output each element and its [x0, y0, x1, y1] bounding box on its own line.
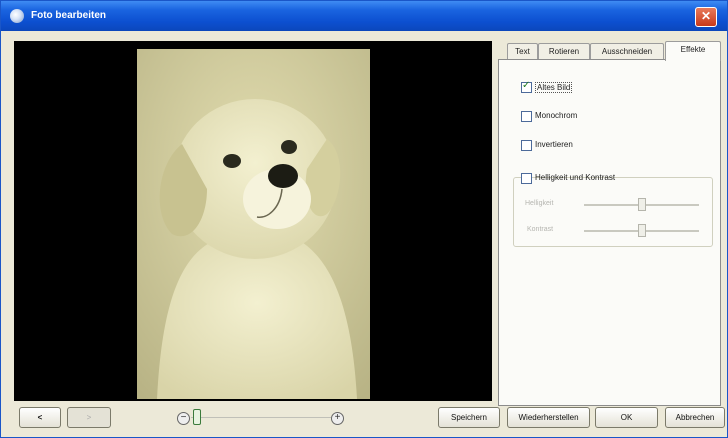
invert-checkbox[interactable]: [521, 140, 532, 151]
dog-photo: [137, 49, 370, 399]
zoom-slider-track[interactable]: [191, 417, 331, 418]
tab-crop[interactable]: Ausschneiden: [590, 43, 664, 60]
brightness-label: Helligkeit: [525, 200, 554, 207]
app-icon: [10, 9, 24, 23]
tab-rotate[interactable]: Rotieren: [538, 43, 590, 60]
edit-photo-window: Foto bearbeiten ✕ Text Rotieren Ausschne…: [0, 0, 728, 438]
contrast-label: Kontrast: [527, 226, 554, 233]
monochrome-label: Monochrom: [535, 111, 578, 120]
ok-button[interactable]: OK: [595, 407, 658, 428]
zoom-out-icon[interactable]: −: [177, 412, 190, 425]
brightness-contrast-checkbox[interactable]: [521, 173, 532, 184]
old-photo-label: Altes Bild: [535, 82, 573, 93]
monochrome-checkbox[interactable]: [521, 111, 532, 122]
restore-button[interactable]: Wiederherstellen: [507, 407, 590, 428]
window-title: Foto bearbeiten: [31, 10, 107, 21]
cancel-button[interactable]: Abbrechen: [665, 407, 725, 428]
photo-image: [137, 49, 370, 399]
tab-text[interactable]: Text: [507, 43, 538, 60]
brightness-contrast-label: Helligkeit und Kontrast: [535, 173, 616, 182]
brightness-slider-thumb[interactable]: [637, 198, 646, 211]
photo-preview-area: [14, 41, 492, 401]
next-button[interactable]: >: [67, 407, 111, 428]
close-button[interactable]: ✕: [695, 7, 717, 27]
invert-label: Invertieren: [535, 140, 573, 149]
zoom-slider-thumb[interactable]: [193, 409, 201, 425]
option-brightness-contrast[interactable]: Helligkeit und Kontrast: [521, 173, 615, 185]
contrast-slider-thumb[interactable]: [637, 224, 646, 237]
title-bar[interactable]: Foto bearbeiten ✕: [1, 1, 727, 31]
brightness-contrast-group: [513, 177, 713, 247]
previous-button[interactable]: <: [19, 407, 61, 428]
old-photo-checkbox[interactable]: [521, 80, 532, 93]
tab-effects[interactable]: Effekte: [665, 41, 721, 61]
zoom-in-icon[interactable]: +: [331, 412, 344, 425]
save-button[interactable]: Speichern: [438, 407, 500, 428]
